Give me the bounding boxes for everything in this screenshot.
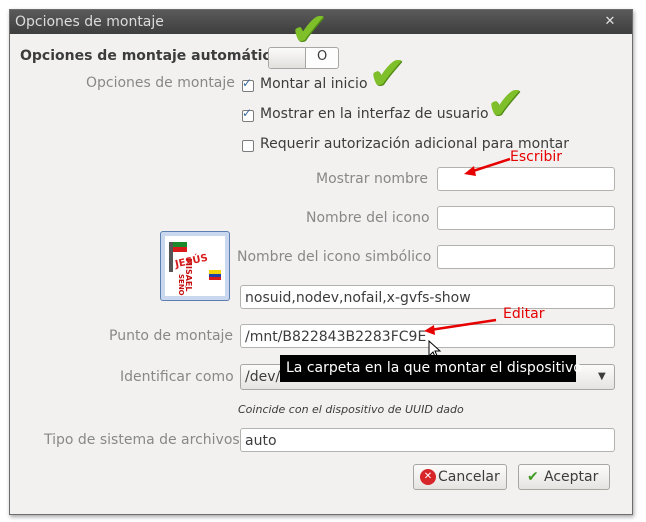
identify-as-value: /dev/ [245, 369, 281, 385]
mount-point-tooltip: La carpeta en la que montar el dispositi… [280, 355, 582, 382]
annotation-edit-label: Editar [503, 306, 545, 322]
cancel-button-label: Cancelar [438, 469, 500, 485]
symbolic-icon-input[interactable] [437, 245, 615, 269]
accept-button-label: Aceptar [544, 469, 599, 485]
close-icon[interactable]: ✕ [601, 13, 619, 31]
identify-as-label: Identificar como [120, 369, 234, 385]
icon-name-label: Nombre del icono [306, 210, 430, 226]
chevron-down-icon: ▼ [598, 371, 606, 382]
checkbox-show-in-ui[interactable] [242, 106, 254, 122]
flag-stripe-red [173, 247, 187, 252]
fs-type-input[interactable]: auto [240, 428, 615, 452]
icon-name-input[interactable] [437, 206, 615, 230]
mount-options-input[interactable]: nosuid,nodev,nofail,x-gvfs-show [240, 285, 615, 309]
logo-text-vertical: MISAEL [184, 258, 193, 292]
display-name-label: Mostrar nombre [316, 171, 428, 187]
auto-mount-label: Opciones de montaje automático [20, 48, 281, 64]
icon-picker-button[interactable]: JESÚS MISAEL SEÑOR [160, 231, 230, 301]
cancel-icon: ✕ [420, 469, 436, 485]
annotation-check-icon: ✔ [486, 76, 525, 130]
accept-check-icon: ✔ [527, 469, 539, 485]
logo-text-lower: SEÑOR [177, 274, 185, 296]
identify-hint: Coincide con el dispositivo de UUID dado [238, 403, 464, 416]
checkbox-require-auth[interactable] [242, 140, 254, 152]
fs-type-label: Tipo de sistema de archivos [44, 432, 240, 448]
checkbox-mount-at-startup[interactable] [242, 76, 254, 92]
show-in-ui-label: Mostrar en la interfaz de usuario [260, 106, 489, 122]
annotation-arrow-icon [464, 157, 511, 176]
annotation-arrow-icon [424, 318, 497, 335]
window-title: Opciones de montaje [15, 14, 164, 30]
mount-options-label: Opciones de montaje [86, 75, 235, 91]
cancel-button[interactable]: ✕ Cancelar [413, 464, 507, 490]
flag2-red [209, 277, 221, 280]
logo-image: JESÚS MISAEL SEÑOR [165, 236, 225, 296]
annotation-check-icon: ✔ [290, 2, 329, 56]
mount-at-startup-label: Montar al inicio [260, 76, 368, 92]
mount-point-label: Punto de montaje [109, 328, 234, 344]
annotation-write-label: Escribir [510, 149, 563, 165]
annotation-check-icon: ✔ [368, 46, 407, 100]
accept-button[interactable]: ✔ Aceptar [518, 464, 610, 490]
symbolic-icon-label: Nombre del icono simbólico [237, 249, 432, 265]
